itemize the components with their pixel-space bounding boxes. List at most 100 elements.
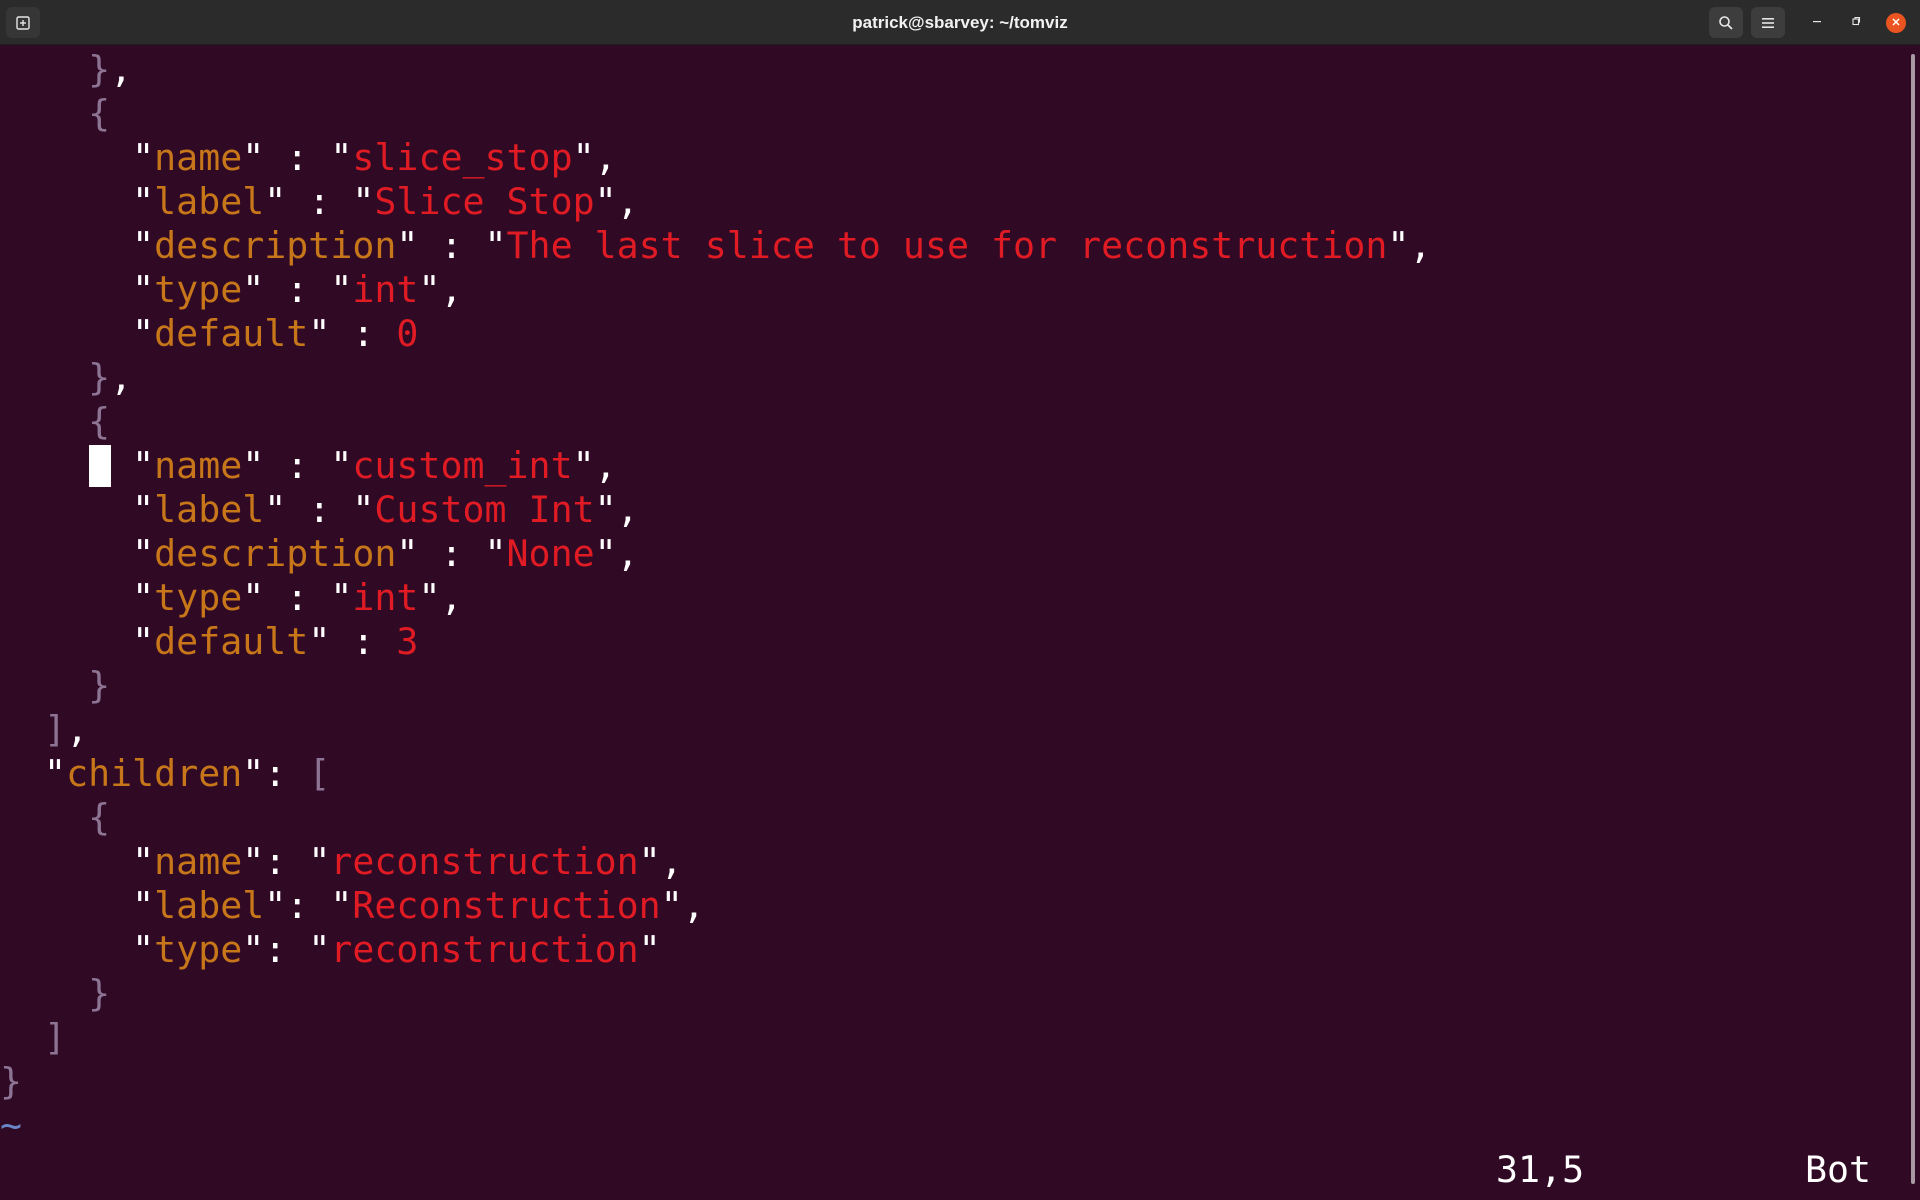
code-token: " : [308,312,397,355]
code-token: } [88,664,111,707]
scroll-indicator: Bot [1805,1148,1872,1191]
code-token: " [0,224,155,267]
code-token: type [154,268,243,311]
code-token: " [0,268,155,311]
code-token: " [638,928,661,971]
code-token: slice_stop [352,136,573,179]
scrollbar-thumb[interactable] [1911,54,1915,1184]
code-token: ", [418,268,463,311]
maximize-icon [1850,14,1862,32]
editor-line: "description" : "None", [0,532,639,576]
code-token: " [0,444,155,487]
code-token: name [154,840,243,883]
code-token: ", [594,488,639,531]
editor-line: ~ [0,1104,22,1148]
editor-line: { [0,400,110,444]
editor-line: "description" : "The last slice to use f… [0,224,1431,268]
terminal-window: patrick@sbarvey: ~/tomviz}, {"name": … [0,0,1920,1200]
code-token: type [154,576,243,619]
code-token: " : [308,620,397,663]
editor-line: "children": [ [0,752,330,796]
code-token: Reconstruction [352,884,661,927]
minimize-icon [1811,14,1823,32]
code-token: ", [660,884,705,927]
code-token: " [0,620,155,663]
code-token: " [0,840,155,883]
editor-line: "name": "reconstruction", [0,840,683,884]
code-token: The last slice to use for reconstruction [506,224,1388,267]
close-button[interactable] [1886,13,1906,33]
titlebar: patrick@sbarvey: ~/tomviz [0,0,1920,45]
code-token: default [154,312,309,355]
code-token: " [0,928,155,971]
code-token: name [154,136,243,179]
code-token: { [88,92,111,135]
editor-line: { [0,796,110,840]
code-token: custom_int [352,444,573,487]
code-token: description [154,532,397,575]
scrollbar[interactable] [1908,46,1920,1200]
editor-line: ], [0,708,88,752]
code-token: ] [44,708,67,751]
code-token: Custom Int [374,488,595,531]
code-token: ", [1387,224,1432,267]
minimize-button[interactable] [1807,13,1827,33]
editor-line: "name" : "custom_int", [0,444,617,488]
code-token: } [88,356,111,399]
menu-button[interactable] [1751,7,1785,38]
code-token: None [506,532,595,575]
close-icon [1891,14,1901,32]
code-token: ", [594,180,639,223]
code-token: label [154,488,265,531]
code-token: reconstruction [330,928,639,971]
code-token: " : " [242,136,353,179]
code-token: , [110,356,133,399]
editor-line: "name" : "slice_stop", [0,136,617,180]
editor-line: }, [0,356,132,400]
code-token: type [154,928,243,971]
code-token: " [0,576,155,619]
code-token: ": " [264,884,353,927]
code-token: " : " [396,532,507,575]
code-token: label [154,884,265,927]
code-token: description [154,224,397,267]
code-token: ", [572,136,617,179]
code-token: " [0,136,155,179]
code-token: ": " [242,928,331,971]
terminal-content[interactable]: }, { "name" : "slice_stop", "label" : "S… [0,46,1908,1200]
code-token: ~ [0,1104,23,1147]
code-token: } [88,48,111,91]
code-token: Slice Stop [374,180,595,223]
code-token: children [66,752,243,795]
code-token: ", [572,444,617,487]
editor-line: } [0,1060,22,1104]
code-token: default [154,620,309,663]
code-token: } [88,972,111,1015]
code-token: 0 [396,312,419,355]
code-token: " [0,312,155,355]
code-token: reconstruction [330,840,639,883]
editor-line: }, [0,48,132,92]
search-button[interactable] [1709,7,1743,38]
code-token: " [0,884,155,927]
cursor-position: 31,5 [1496,1148,1585,1191]
code-token: } [0,1060,23,1103]
search-icon [1718,15,1734,31]
code-token: int [352,576,419,619]
code-token: label [154,180,265,223]
editor-line: } [0,664,110,708]
editor-line: "label" : "Slice Stop", [0,180,639,224]
code-token: " [0,488,155,531]
code-token: " [0,532,155,575]
maximize-button[interactable] [1846,13,1866,33]
code-token: 3 [396,620,419,663]
code-token: , [66,708,89,751]
code-token: name [154,444,243,487]
code-token: ", [418,576,463,619]
